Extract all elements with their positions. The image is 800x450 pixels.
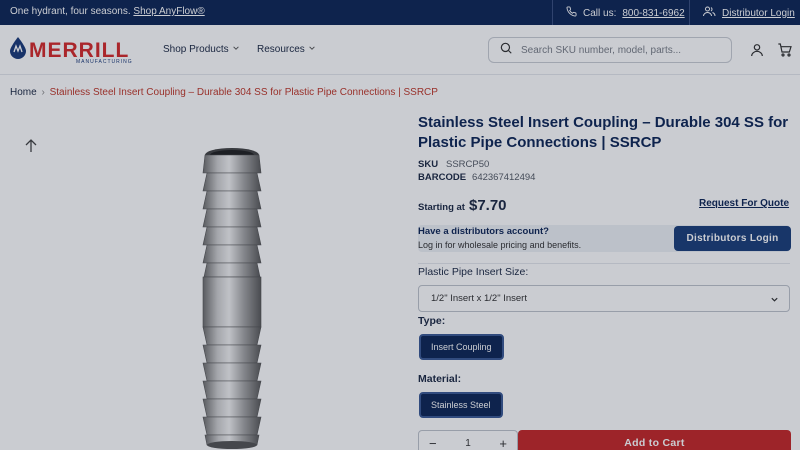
search-icon: [499, 41, 513, 60]
breadcrumb: Home › Stainless Steel Insert Coupling –…: [10, 87, 438, 98]
chevron-down-icon: [770, 295, 779, 307]
size-selected-value: 1/2" Insert x 1/2" Insert: [431, 293, 527, 304]
request-quote-link[interactable]: Request For Quote: [699, 198, 789, 209]
barcode-value: 642367412494: [472, 172, 536, 183]
distributor-login-link[interactable]: Distributor Login: [722, 8, 795, 19]
distributor-subtext: Log in for wholesale pricing and benefit…: [418, 240, 582, 250]
logo-wordmark: MERRILL: [29, 38, 130, 62]
nav-resources[interactable]: Resources: [257, 44, 316, 55]
sku-value: SSRCP50: [446, 159, 490, 170]
quantity-stepper: − 1 +: [418, 430, 518, 450]
account-icon[interactable]: [749, 42, 765, 58]
barcode-label: BARCODE: [418, 172, 467, 183]
promo-message: One hydrant, four seasons.: [10, 6, 131, 17]
material-option-stainless-steel[interactable]: Stainless Steel: [419, 392, 503, 418]
price-value: $7.70: [468, 197, 507, 214]
product-image[interactable]: [197, 145, 267, 450]
size-option-label: Plastic Pipe Insert Size:: [418, 266, 529, 278]
announcement-bar: One hydrant, four seasons. Shop AnyFlow®…: [0, 0, 800, 25]
chevron-down-icon: [308, 44, 316, 55]
type-option-label: Type:: [418, 315, 446, 327]
sku-row: SKU SSRCP50: [418, 159, 489, 170]
sku-label: SKU: [418, 159, 439, 170]
product-title: Stainless Steel Insert Coupling – Durabl…: [418, 114, 789, 151]
type-option-insert-coupling[interactable]: Insert Coupling: [419, 334, 504, 360]
breadcrumb-separator: ›: [41, 87, 45, 98]
promo-text: One hydrant, four seasons. Shop AnyFlow®: [10, 6, 205, 17]
cart-icon[interactable]: [777, 42, 793, 58]
nav-shop-products[interactable]: Shop Products: [163, 44, 240, 55]
starting-at-label: Starting at: [418, 202, 465, 213]
phone-icon: [566, 6, 577, 20]
nav-label: Shop Products: [163, 44, 229, 55]
divider: [418, 263, 790, 264]
breadcrumb-current: Stainless Steel Insert Coupling – Durabl…: [49, 87, 438, 98]
plus-icon[interactable]: +: [499, 436, 507, 450]
topbar-divider: [552, 0, 553, 25]
price-row: Starting at $7.70: [418, 197, 507, 214]
product-gallery: [0, 105, 410, 450]
chevron-down-icon: [232, 44, 240, 55]
search-input[interactable]: [521, 44, 721, 56]
brand-logo[interactable]: MERRILL MANUFACTURING: [10, 37, 132, 65]
minus-icon[interactable]: −: [429, 436, 437, 450]
arrow-up-icon[interactable]: [24, 138, 38, 159]
promo-link[interactable]: Shop AnyFlow®: [133, 6, 204, 17]
user-group-icon: [703, 6, 716, 20]
distributor-heading: Have a distributors account?: [418, 226, 549, 237]
topbar-divider: [689, 0, 690, 25]
site-header: MERRILL MANUFACTURING Shop Products Reso…: [0, 25, 800, 75]
add-to-cart-button[interactable]: Add to Cart: [518, 430, 791, 450]
distributor-login-top: Distributor Login: [703, 6, 795, 20]
distributors-login-button[interactable]: Distributors Login: [674, 226, 791, 251]
nav-label: Resources: [257, 44, 305, 55]
logo-subtitle: MANUFACTURING: [76, 59, 133, 65]
water-drop-icon: [10, 37, 26, 64]
call-us: Call us: 800-831-6962: [566, 6, 685, 20]
material-option-label: Material:: [418, 373, 462, 385]
search-bar: [488, 37, 732, 63]
breadcrumb-home[interactable]: Home: [10, 87, 37, 98]
call-label: Call us:: [583, 7, 617, 19]
size-select[interactable]: 1/2" Insert x 1/2" Insert: [418, 285, 790, 312]
barcode-row: BARCODE 642367412494: [418, 172, 535, 183]
quantity-value[interactable]: 1: [465, 438, 471, 449]
phone-link[interactable]: 800-831-6962: [622, 8, 684, 19]
